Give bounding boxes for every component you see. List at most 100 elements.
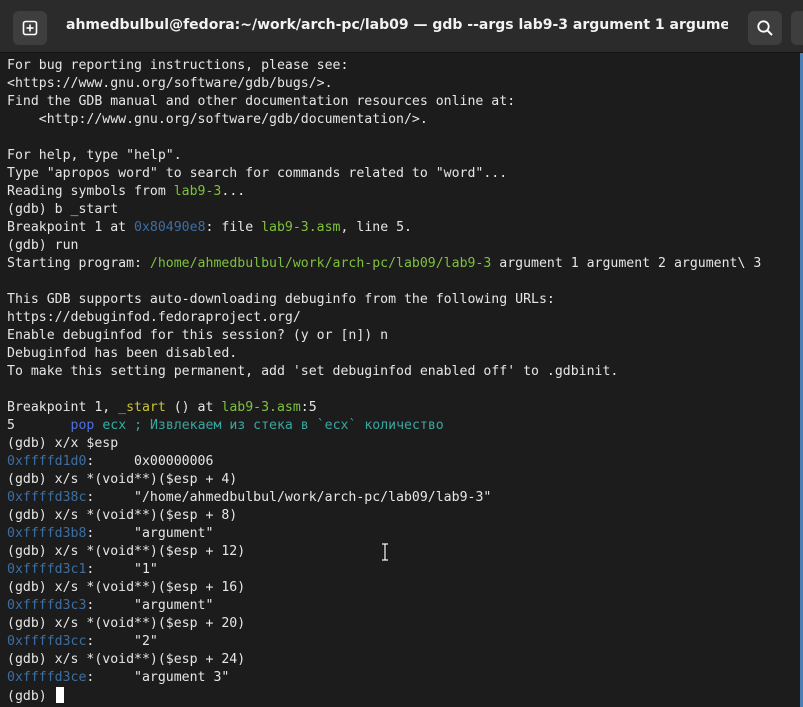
terminal-line: (gdb) run [7, 237, 761, 255]
terminal-line: (gdb) x/s *(void**)($esp + 8) [7, 507, 761, 525]
terminal-window: ahmedbulbul@fedora:~/work/arch-pc/lab09 … [0, 0, 803, 707]
terminal-line: To make this setting permanent, add 'set… [7, 363, 761, 381]
terminal-text: (gdb) run [7, 238, 79, 253]
terminal-line: 0xffffd1d0: 0x00000006 [7, 453, 761, 471]
terminal-text: : file [205, 220, 262, 235]
terminal-text: <http://www.gnu.org/software/gdb/documen… [7, 112, 428, 127]
terminal-text: Breakpoint 1 at [7, 220, 135, 235]
terminal-line: 0xffffd3ce: "argument 3" [7, 669, 761, 687]
terminal-line: 0xffffd3b8: "argument" [7, 525, 761, 543]
terminal-text: : "argument" [86, 526, 214, 541]
terminal-text: : "/home/ahmedbulbul/work/arch-pc/lab09/… [86, 490, 492, 505]
terminal-text: 5 [7, 418, 71, 433]
new-tab-icon [22, 20, 38, 36]
terminal-text: This GDB supports auto-downloading debug… [7, 292, 555, 307]
terminal-line: 0xffffd3c3: "argument" [7, 597, 761, 615]
text-cursor-icon [382, 543, 388, 561]
terminal-line: 5 pop ecx ; Извлекаем из стека в `ecx` к… [7, 417, 761, 435]
window-title: ahmedbulbul@fedora:~/work/arch-pc/lab09 … [66, 17, 728, 33]
terminal-line: <http://www.gnu.org/software/gdb/documen… [7, 111, 761, 129]
terminal-line: (gdb) x/s *(void**)($esp + 20) [7, 615, 761, 633]
terminal-text: 0xffffd3b8 [7, 526, 87, 541]
terminal-line: 0xffffd38c: "/home/ahmedbulbul/work/arch… [7, 489, 761, 507]
gdb-prompt: (gdb) [7, 689, 55, 704]
terminal-text: 0xffffd3c3 [7, 598, 87, 613]
terminal-text: 0xffffd1d0 [7, 454, 87, 469]
terminal-line: 0xffffd3cc: "2" [7, 633, 761, 651]
terminal-text: To make this setting permanent, add 'set… [7, 364, 619, 379]
terminal-text: _start [118, 400, 166, 415]
terminal-text: Debuginfod has been disabled. [7, 346, 238, 361]
terminal-text: lab9-3 [173, 184, 222, 199]
terminal-line: For bug reporting instructions, please s… [7, 57, 761, 75]
terminal-text: argument 1 argument 2 argument\ 3 [491, 256, 762, 271]
terminal-text: ... [221, 184, 246, 199]
terminal-text: Find the GDB manual and other documentat… [7, 94, 516, 109]
terminal-text: : "argument 3" [86, 670, 230, 685]
terminal-text: ; Извлекаем из стека в `ecx` количество [126, 418, 444, 433]
terminal-lines: For bug reporting instructions, please s… [7, 57, 761, 705]
terminal-text: (gdb) x/s *(void**)($esp + 12) [7, 544, 246, 559]
terminal-output[interactable]: For bug reporting instructions, please s… [0, 53, 800, 707]
terminal-line: This GDB supports auto-downloading debug… [7, 291, 761, 309]
terminal-text: 0xffffd3cc [7, 634, 87, 649]
block-cursor [55, 687, 64, 703]
terminal-text: pop [70, 418, 95, 433]
terminal-text: lab9-3.asm [221, 400, 301, 415]
terminal-text: :5 [300, 400, 317, 415]
terminal-text: ecx [102, 418, 127, 433]
terminal-text: 0xffffd3c1 [7, 562, 87, 577]
terminal-text: (gdb) x/s *(void**)($esp + 24) [7, 652, 246, 667]
terminal-text: For bug reporting instructions, please s… [7, 58, 349, 73]
terminal-text: Type "apropos word" to search for comman… [7, 166, 508, 181]
terminal-text: (gdb) b _start [7, 202, 119, 217]
terminal-line: Reading symbols from lab9-3... [7, 183, 761, 201]
new-tab-button[interactable] [13, 11, 47, 45]
terminal-text: Starting program: [7, 256, 150, 271]
terminal-line: Starting program: /home/ahmedbulbul/work… [7, 255, 761, 273]
terminal-text: (gdb) x/s *(void**)($esp + 8) [7, 508, 238, 523]
terminal-text: Reading symbols from [7, 184, 174, 199]
prompt-line[interactable]: (gdb) [7, 687, 761, 705]
search-button[interactable] [748, 11, 782, 45]
terminal-line: Debuginfod has been disabled. [7, 345, 761, 363]
terminal-text: <https://www.gnu.org/software/gdb/bugs/>… [7, 76, 333, 91]
terminal-text: Enable debuginfod for this session? (y o… [7, 328, 389, 343]
terminal-line: Breakpoint 1 at 0x80490e8: file lab9-3.a… [7, 219, 761, 237]
terminal-line: (gdb) x/x $esp [7, 435, 761, 453]
menu-button[interactable] [791, 11, 803, 45]
terminal-text: (gdb) x/s *(void**)($esp + 16) [7, 580, 246, 595]
terminal-line: <https://www.gnu.org/software/gdb/bugs/>… [7, 75, 761, 93]
terminal-text: : 0x00000006 [86, 454, 214, 469]
terminal-line: (gdb) x/s *(void**)($esp + 16) [7, 579, 761, 597]
terminal-text: (gdb) x/s *(void**)($esp + 20) [7, 616, 246, 631]
header-bar: ahmedbulbul@fedora:~/work/arch-pc/lab09 … [0, 0, 803, 53]
terminal-text: https://debuginfod.fedoraproject.org/ [7, 310, 301, 325]
terminal-text: 0xffffd3ce [7, 670, 87, 685]
terminal-line: Type "apropos word" to search for comman… [7, 165, 761, 183]
terminal-line: (gdb) x/s *(void**)($esp + 4) [7, 471, 761, 489]
terminal-text: lab9-3.asm [261, 220, 341, 235]
terminal-text: , line 5. [340, 220, 412, 235]
terminal-line: For help, type "help". [7, 147, 761, 165]
terminal-text: For help, type "help". [7, 148, 182, 163]
terminal-line: Enable debuginfod for this session? (y o… [7, 327, 761, 345]
terminal-text: (gdb) x/s *(void**)($esp + 4) [7, 472, 238, 487]
terminal-text: 0xffffd38c [7, 490, 87, 505]
terminal-line: Breakpoint 1, _start () at lab9-3.asm:5 [7, 399, 761, 417]
terminal-text: (gdb) x/x $esp [7, 436, 119, 451]
search-icon [757, 20, 773, 36]
terminal-line: 0xffffd3c1: "1" [7, 561, 761, 579]
terminal-text: /home/ahmedbulbul/work/arch-pc/lab09/lab… [149, 256, 492, 271]
terminal-text: : "argument" [86, 598, 214, 613]
terminal-line: Find the GDB manual and other documentat… [7, 93, 761, 111]
terminal-text: 0x80490e8 [134, 220, 206, 235]
terminal-line: (gdb) b _start [7, 201, 761, 219]
terminal-line: (gdb) x/s *(void**)($esp + 24) [7, 651, 761, 669]
terminal-text: Breakpoint 1, [7, 400, 119, 415]
terminal-text: : "2" [86, 634, 158, 649]
terminal-line: https://debuginfod.fedoraproject.org/ [7, 309, 761, 327]
